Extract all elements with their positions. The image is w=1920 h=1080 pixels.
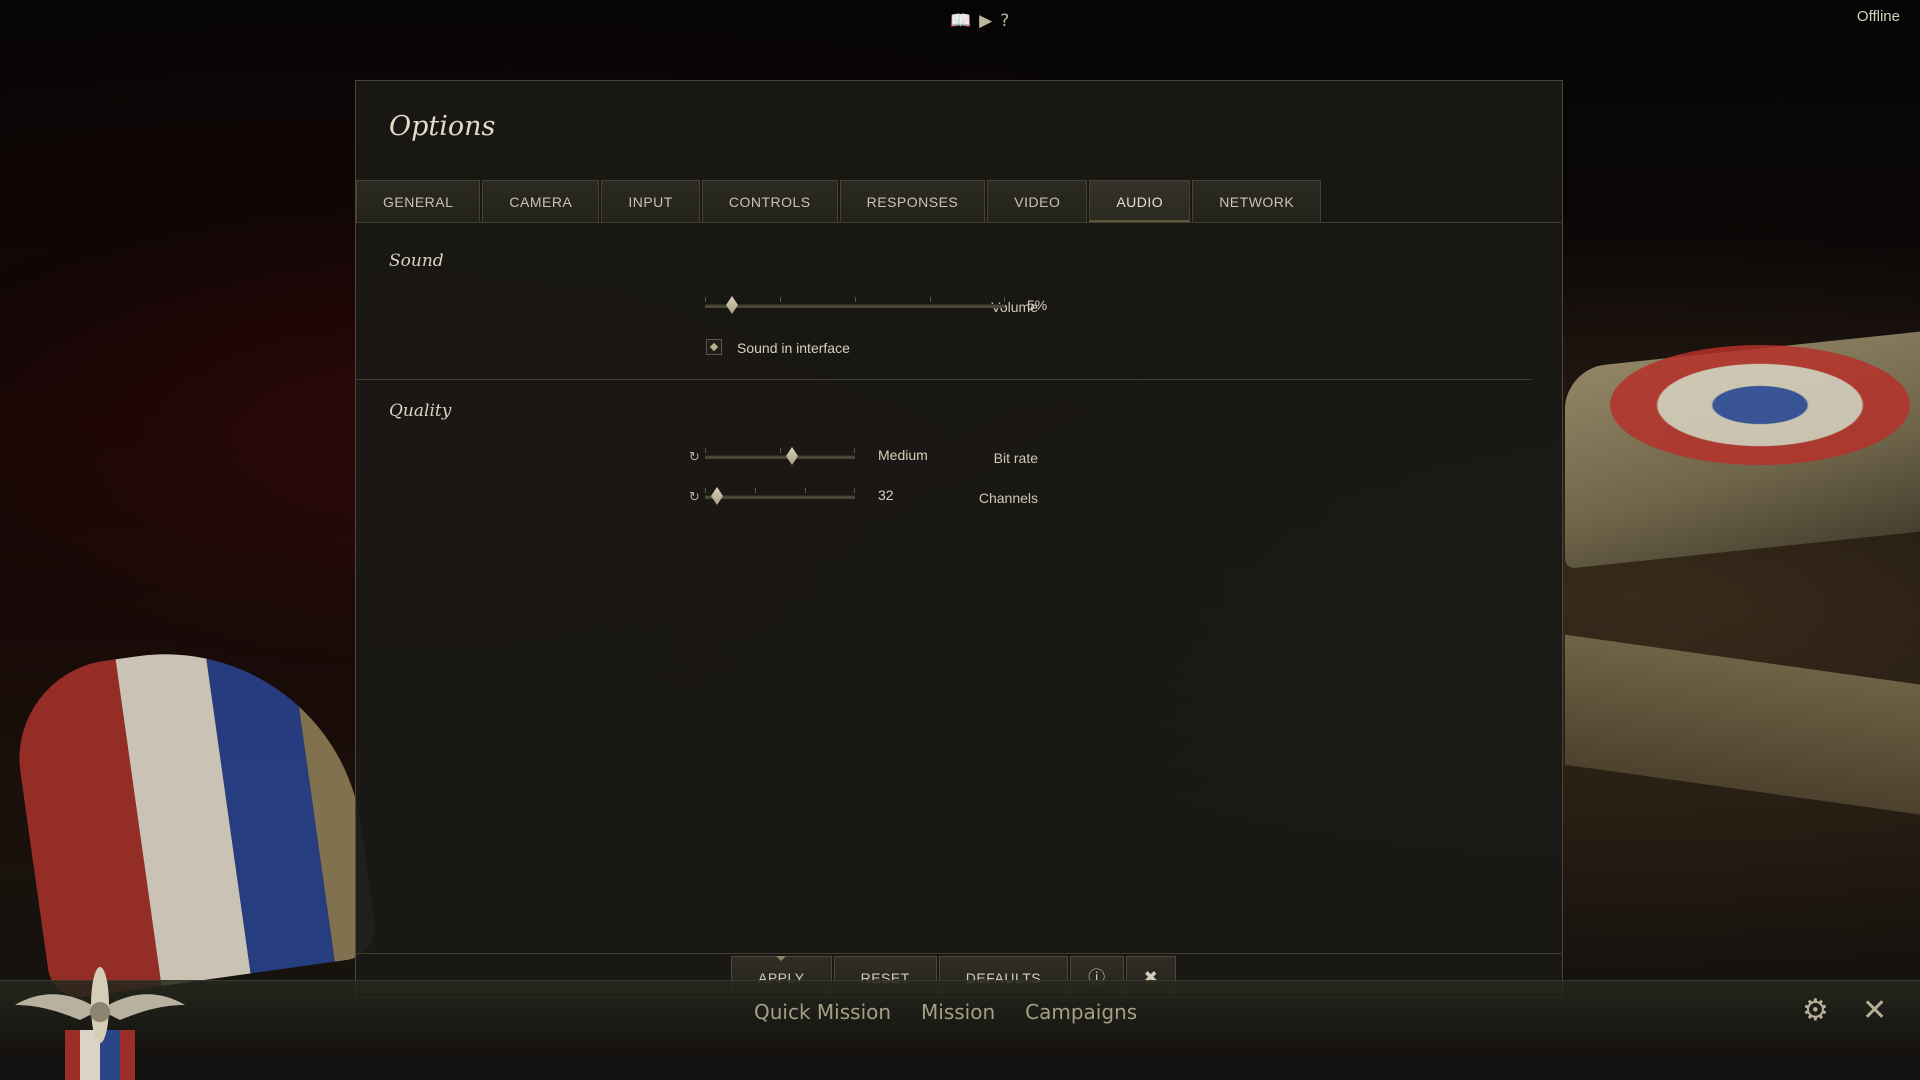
options-dialog: Options GENERAL CAMERA INPUT CONTROLS RE… — [355, 80, 1563, 998]
section-title-sound: Sound — [389, 251, 444, 271]
background-roundel — [1610, 345, 1910, 465]
volume-slider-thumb[interactable] — [726, 296, 738, 314]
section-divider — [356, 379, 1531, 380]
settings-gear-icon[interactable]: ⚙ — [1802, 993, 1829, 1028]
volume-value: 5% — [1027, 297, 1048, 313]
bitrate-slider-track[interactable] — [705, 455, 855, 459]
bitrate-slider[interactable] — [705, 446, 855, 466]
tab-bar: GENERAL CAMERA INPUT CONTROLS RESPONSES … — [356, 180, 1323, 222]
channels-slider-thumb[interactable] — [711, 487, 723, 505]
slider-tick — [705, 448, 706, 453]
bitrate-slider-thumb[interactable] — [786, 447, 798, 465]
channels-value: 32 — [878, 487, 894, 503]
nav-campaigns[interactable]: Campaigns — [1025, 1000, 1137, 1024]
caret-down-icon — [776, 956, 787, 961]
sound-in-interface-checkbox[interactable] — [706, 339, 722, 355]
volume-slider-track[interactable] — [705, 304, 1005, 308]
slider-tick — [805, 488, 806, 493]
refresh-icon[interactable]: ↻ — [689, 450, 700, 465]
tab-audio[interactable]: AUDIO — [1089, 180, 1191, 222]
book-icon[interactable]: 📖 — [950, 11, 971, 31]
emblem-right-wing — [100, 994, 185, 1020]
slider-tick — [930, 297, 931, 302]
tab-input[interactable]: INPUT — [601, 180, 700, 222]
nav-quick-mission[interactable]: Quick Mission — [754, 1000, 891, 1024]
tab-general[interactable]: GENERAL — [356, 180, 481, 222]
topbar-icons: 📖 ▶ ? — [950, 10, 1009, 32]
refresh-icon[interactable]: ↻ — [689, 490, 700, 505]
slider-tick — [855, 297, 856, 302]
slider-tick — [705, 488, 706, 493]
background-plane-tail — [6, 628, 380, 1002]
channels-label: Channels — [978, 490, 1038, 506]
slider-tick — [780, 448, 781, 453]
bottom-nav: Quick Mission Mission Campaigns — [754, 1000, 1137, 1024]
dialog-title: Options — [389, 111, 496, 142]
slider-tick — [755, 488, 756, 493]
slider-tick — [854, 488, 855, 493]
slider-tick — [1004, 297, 1005, 302]
channels-slider-track[interactable] — [705, 495, 855, 499]
tab-controls[interactable]: CONTROLS — [701, 180, 838, 222]
tab-underline — [356, 222, 1562, 223]
slider-tick — [780, 297, 781, 302]
video-icon[interactable]: ▶ — [979, 11, 992, 31]
slider-tick — [705, 297, 706, 302]
channels-slider[interactable] — [705, 486, 855, 506]
help-icon[interactable]: ? — [1000, 11, 1009, 31]
connection-status: Offline — [1856, 8, 1900, 25]
volume-slider[interactable] — [705, 295, 1005, 315]
tab-camera[interactable]: CAMERA — [482, 180, 600, 222]
tab-responses[interactable]: RESPONSES — [839, 180, 986, 222]
section-title-quality: Quality — [389, 401, 452, 421]
footer-divider — [356, 953, 1562, 954]
checkbox-checkmark — [709, 342, 719, 352]
emblem-left-wing — [15, 994, 100, 1020]
bitrate-value: Medium — [878, 447, 928, 463]
sound-in-interface-label: Sound in interface — [737, 340, 850, 356]
tab-video[interactable]: VIDEO — [987, 180, 1088, 222]
wings-emblem-logo — [15, 967, 185, 1080]
nav-mission[interactable]: Mission — [921, 1000, 995, 1024]
slider-tick — [854, 448, 855, 453]
emblem-hub — [90, 1002, 110, 1022]
tab-network[interactable]: NETWORK — [1192, 180, 1322, 222]
exit-close-icon[interactable]: ✕ — [1862, 993, 1887, 1028]
